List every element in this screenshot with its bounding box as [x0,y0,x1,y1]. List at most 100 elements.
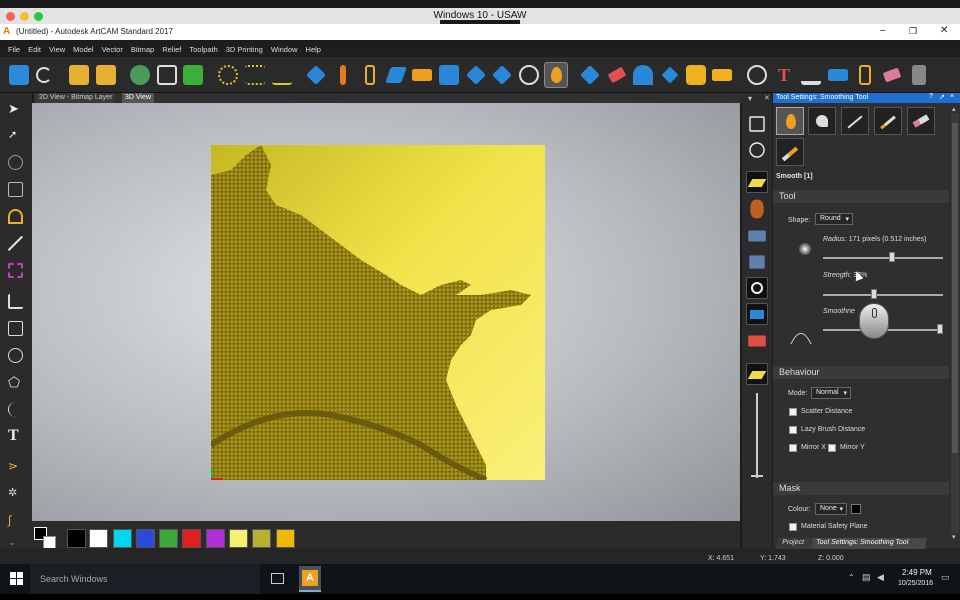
open-recent-icon[interactable] [96,65,116,85]
menu-window[interactable]: Window [267,41,302,54]
pencil-icon[interactable] [8,236,23,251]
relief-layer-icon[interactable] [746,171,768,193]
tool-section-header[interactable]: Tool [773,190,949,203]
cube-icon[interactable] [749,116,765,132]
grid-icon[interactable] [8,182,23,197]
swatch-green[interactable] [159,529,178,548]
bitmap-select-icon[interactable] [8,263,23,278]
blue-relief-icon[interactable] [746,303,768,325]
search-box[interactable]: Search Windows [30,564,260,594]
relief-icon-7[interactable] [466,65,486,85]
menu-model[interactable]: Model [69,41,97,54]
radius-slider-thumb[interactable] [889,252,896,262]
minimize-icon[interactable]: – [880,25,886,36]
clock-date[interactable]: 10/25/2016 [898,580,933,587]
tab-project[interactable]: Project [776,538,814,549]
strength-slider-thumb[interactable] [870,289,877,299]
smoothness-slider-thumb[interactable] [937,324,943,334]
polyline-tool-icon[interactable] [8,294,23,309]
node-editing-icon[interactable] [218,65,238,85]
strength-slider-track[interactable] [823,294,943,296]
relief-icon-2[interactable] [340,65,346,85]
lazy-brush-checkbox[interactable] [789,426,797,434]
relief-icon-16[interactable] [747,65,767,85]
relief-icon-9[interactable] [519,65,539,85]
menu-help[interactable]: Help [302,41,325,54]
relief-icon-3[interactable] [365,65,375,85]
menu-view[interactable]: View [45,41,69,54]
menu-toolpath[interactable]: Toolpath [185,41,221,54]
swatch-gold[interactable] [276,529,295,548]
relief-icon-12[interactable] [633,65,653,85]
bezier-icon[interactable]: ∫ [8,513,23,528]
node-select-icon[interactable]: ➚ [8,128,23,143]
red-relief-icon[interactable] [748,335,766,347]
relief-icon-18[interactable] [859,65,871,85]
eraser-brush-icon[interactable] [907,107,935,135]
tab-3d-view[interactable]: 3D View [122,93,154,103]
save-icon[interactable] [9,65,29,85]
model-size-icon[interactable] [157,65,177,85]
mode-dropdown[interactable]: Normal ▾ [811,387,851,399]
layer-slider-track[interactable] [756,393,758,478]
shape-icon[interactable] [8,209,23,224]
panel-close-button[interactable]: × [950,93,954,100]
clock-time[interactable]: 2:49 PM [902,568,932,577]
open-folder-icon[interactable] [69,65,89,85]
relief-icon-19[interactable] [912,65,926,85]
tab-2d-view[interactable]: 2D View - Bitmap Layer [36,93,116,103]
polygon-icon[interactable]: ⬠ [8,375,23,390]
smooth-brush-icon[interactable] [776,107,804,135]
offset-icon[interactable]: ⋗ [8,459,23,474]
relief-icon-5[interactable] [412,69,432,81]
mirror-y-checkbox[interactable] [828,444,836,452]
collapse-arrow-icon[interactable]: ▾ [748,94,752,103]
close-icon[interactable]: ✕ [940,25,948,36]
deposit-brush-icon[interactable] [776,138,804,166]
relief-icon-11[interactable] [607,66,627,84]
relief-icon-17[interactable] [828,69,848,81]
network-icon[interactable]: ▤ [862,572,871,583]
scroll-up-icon[interactable]: ▴ [952,105,956,113]
relief-icon-8[interactable] [492,65,512,85]
rectangle-icon[interactable] [8,321,23,336]
yellow-relief-icon[interactable] [746,363,768,385]
task-view-icon[interactable] [271,573,284,584]
swatch-red[interactable] [182,529,201,548]
menu-file[interactable]: File [0,41,24,54]
windows-start-icon[interactable] [10,572,23,585]
scroll-down-icon[interactable]: ▾ [952,533,956,541]
arc-icon[interactable] [8,402,23,417]
radius-slider-track[interactable] [823,257,943,259]
safety-plane-checkbox[interactable] [789,523,797,531]
mask-section-header[interactable]: Mask [773,482,949,495]
smudge-brush-icon[interactable] [808,107,836,135]
carve-brush-icon[interactable] [841,107,869,135]
help-icon[interactable]: ? [929,93,933,100]
paint-brush-icon[interactable] [874,107,902,135]
volume-icon[interactable]: ◀ [877,572,884,583]
shape-dropdown[interactable]: Round ▾ [815,213,853,225]
cylinder-icon[interactable] [750,199,764,219]
menu-relief[interactable]: Relief [158,41,185,54]
download-icon[interactable] [801,65,821,85]
relief-icon-10[interactable] [580,65,600,85]
swatch-blue[interactable] [136,529,155,548]
menu-3d-printing[interactable]: 3D Printing [222,41,267,54]
colour-dropdown[interactable]: None ▾ [815,503,847,515]
smooth-vectors-icon[interactable] [245,65,265,85]
add-layer-icon[interactable] [183,65,203,85]
relief-icon-1[interactable] [306,65,326,85]
relief-icon-15[interactable] [712,69,732,81]
notifications-icon[interactable]: ▭ [941,572,950,583]
smooth-tool-icon[interactable] [544,62,568,88]
eraser-icon[interactable] [882,67,902,83]
artcam-taskbar-icon[interactable]: A [299,566,321,592]
relief-icon-4[interactable] [385,67,407,83]
shapes-icon[interactable] [746,277,768,299]
relief-icon-14[interactable] [686,65,706,85]
tools-icon[interactable]: ✲ [8,486,23,501]
swatch-black[interactable] [67,529,86,548]
import-icon[interactable] [130,65,150,85]
panel-close-icon[interactable]: ✕ [764,94,770,102]
